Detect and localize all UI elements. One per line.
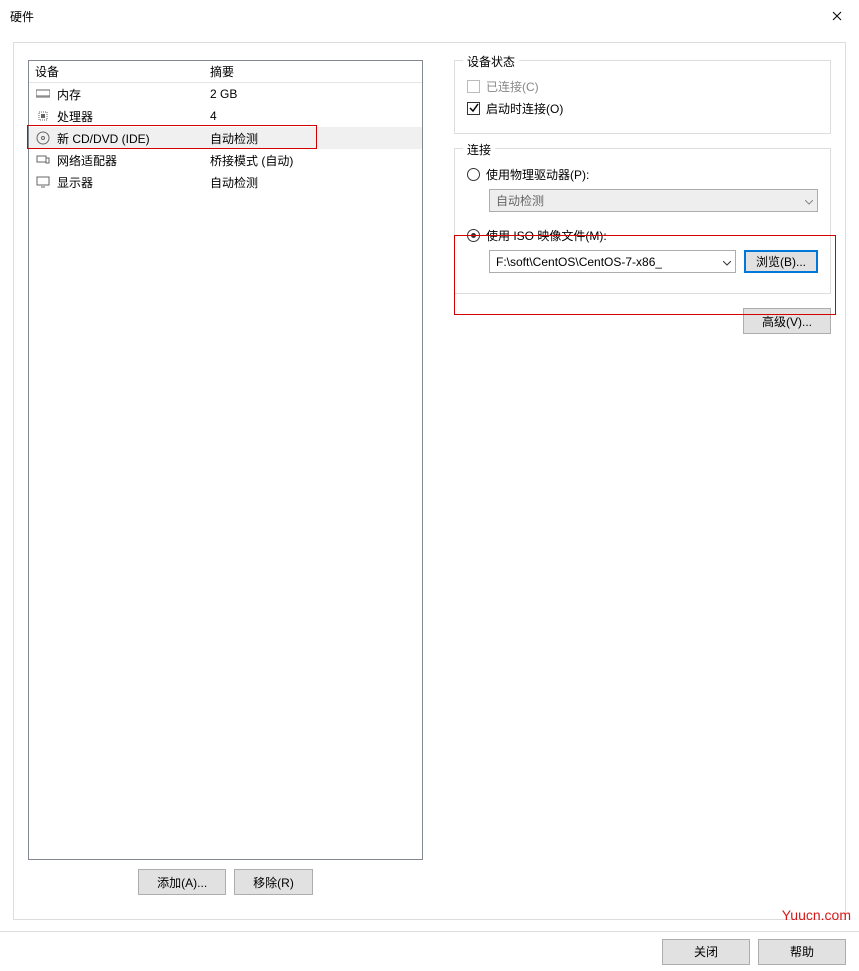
physical-drive-combo: 自动检测 (489, 189, 818, 212)
device-list-header: 设备 摘要 (29, 61, 422, 83)
device-row[interactable]: 新 CD/DVD (IDE)自动检测 (29, 127, 422, 149)
main-panel: 设备 摘要 内存2 GB处理器4新 CD/DVD (IDE)自动检测网络适配器桥… (13, 42, 846, 920)
device-summary: 2 GB (210, 87, 237, 101)
cd-icon (35, 130, 51, 146)
display-icon (35, 174, 51, 190)
device-name: 内存 (57, 86, 210, 103)
iso-path-combo[interactable]: F:\soft\CentOS\CentOS-7-x86_ (489, 250, 736, 273)
chevron-down-icon[interactable] (723, 255, 731, 269)
help-button[interactable]: 帮助 (758, 939, 846, 965)
connect-on-poweron-checkbox[interactable] (467, 102, 480, 115)
add-button[interactable]: 添加(A)... (138, 869, 226, 895)
cpu-icon (35, 108, 51, 124)
col-device[interactable]: 设备 (35, 63, 210, 80)
nic-icon (35, 152, 51, 168)
device-row[interactable]: 显示器自动检测 (29, 171, 422, 193)
connected-label: 已连接(C) (486, 78, 539, 95)
window-title: 硬件 (10, 8, 34, 25)
device-summary: 自动检测 (210, 174, 258, 191)
connected-checkbox (467, 80, 480, 93)
col-summary[interactable]: 摘要 (210, 63, 422, 80)
close-button[interactable]: 关闭 (662, 939, 750, 965)
dialog-footer: 关闭 帮助 (0, 931, 859, 971)
device-status-legend: 设备状态 (463, 53, 519, 70)
connection-group: 连接 使用物理驱动器(P): 自动检测 使用 ISO 映像文件(M): F:\s… (454, 148, 831, 294)
connect-on-poweron-label: 启动时连接(O) (486, 100, 563, 117)
iso-file-label: 使用 ISO 映像文件(M): (486, 227, 607, 244)
device-row[interactable]: 网络适配器桥接模式 (自动) (29, 149, 422, 171)
memory-icon (35, 86, 51, 102)
device-summary: 4 (210, 109, 217, 123)
device-row[interactable]: 处理器4 (29, 105, 422, 127)
device-name: 显示器 (57, 174, 210, 191)
device-status-group: 设备状态 已连接(C) 启动时连接(O) (454, 60, 831, 134)
remove-button[interactable]: 移除(R) (234, 869, 313, 895)
device-list: 设备 摘要 内存2 GB处理器4新 CD/DVD (IDE)自动检测网络适配器桥… (28, 60, 423, 860)
close-icon[interactable] (814, 0, 859, 32)
browse-button[interactable]: 浏览(B)... (744, 250, 818, 273)
device-row[interactable]: 内存2 GB (29, 83, 422, 105)
chevron-down-icon (805, 194, 813, 208)
device-name: 处理器 (57, 108, 210, 125)
physical-drive-label: 使用物理驱动器(P): (486, 166, 589, 183)
device-name: 新 CD/DVD (IDE) (57, 130, 210, 147)
device-summary: 自动检测 (210, 130, 258, 147)
physical-drive-combo-value: 自动检测 (496, 192, 544, 209)
advanced-button[interactable]: 高级(V)... (743, 308, 831, 334)
iso-path-value: F:\soft\CentOS\CentOS-7-x86_ (496, 255, 662, 269)
watermark: Yuucn.com (782, 907, 851, 923)
device-name: 网络适配器 (57, 152, 210, 169)
connection-legend: 连接 (463, 141, 495, 158)
physical-drive-radio[interactable] (467, 168, 480, 181)
device-summary: 桥接模式 (自动) (210, 152, 293, 169)
iso-file-radio[interactable] (467, 229, 480, 242)
